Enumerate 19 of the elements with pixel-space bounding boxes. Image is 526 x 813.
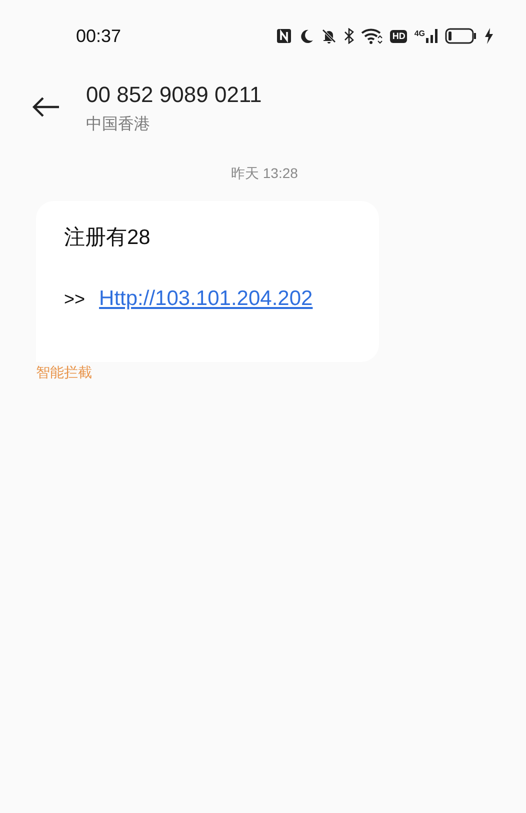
muted-bell-icon [321, 28, 338, 44]
back-button[interactable] [32, 97, 60, 117]
hd-badge: HD [390, 30, 408, 42]
battery-icon [445, 28, 477, 44]
link-prefix: >> [64, 288, 86, 310]
intercept-label: 智能拦截 [36, 364, 92, 382]
wifi-icon [361, 28, 384, 44]
moon-icon [299, 28, 314, 44]
signal-icon [426, 29, 438, 43]
message-link[interactable]: Http://103.101.204.202 [99, 287, 313, 311]
message-text: 注册有28 [64, 225, 150, 251]
nfc-icon [276, 28, 292, 44]
status-time: 00:37 [76, 26, 122, 46]
bluetooth-icon [344, 28, 354, 44]
charging-icon [484, 28, 494, 44]
message-timestamp: 昨天 13:28 [231, 165, 298, 183]
contact-number: 00 852 9089 0211 [86, 82, 262, 108]
network-type: 4G [414, 29, 425, 38]
contact-location: 中国香港 [86, 114, 151, 135]
